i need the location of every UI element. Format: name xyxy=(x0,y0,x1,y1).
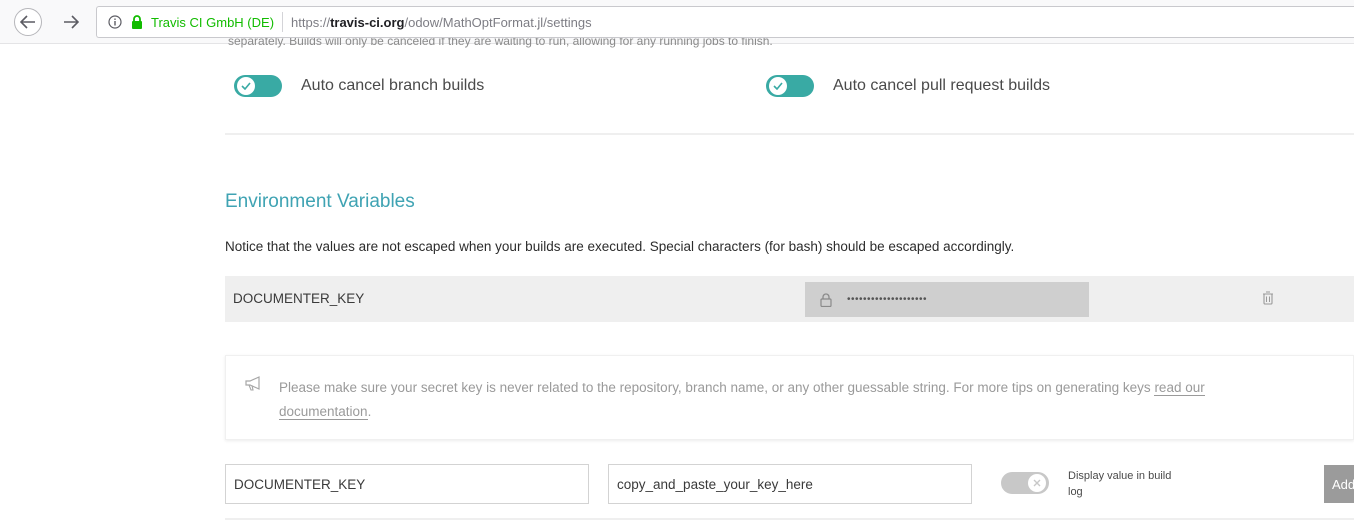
url-host: travis-ci.org xyxy=(330,14,405,30)
auto-cancel-description: separately. Builds will only be canceled… xyxy=(228,38,773,48)
check-icon xyxy=(241,82,251,90)
toggle-knob xyxy=(1028,474,1046,492)
back-button[interactable] xyxy=(14,8,42,36)
x-icon xyxy=(1033,479,1041,487)
trash-icon xyxy=(1263,291,1273,305)
auto-cancel-branch-toggle[interactable] xyxy=(234,75,282,97)
env-var-name-input[interactable] xyxy=(225,464,589,504)
address-bar[interactable]: Travis CI GmbH (DE) https://travis-ci.or… xyxy=(96,6,1354,38)
url-prefix: https:// xyxy=(291,14,331,30)
site-identity[interactable]: Travis CI GmbH (DE) xyxy=(151,15,274,30)
masked-value: •••••••••••••••••••• xyxy=(847,294,928,305)
toggle-knob xyxy=(237,77,255,95)
env-var-name: DOCUMENTER_KEY xyxy=(233,291,365,306)
megaphone-icon xyxy=(244,375,264,393)
url-text[interactable]: https://travis-ci.org/odow/MathOptFormat… xyxy=(291,15,592,30)
info-icon[interactable] xyxy=(105,12,125,32)
lock-icon xyxy=(129,13,145,31)
docs-link-part1[interactable]: read our xyxy=(1154,380,1205,396)
env-vars-title: Environment Variables xyxy=(225,191,415,212)
url-separator xyxy=(282,12,284,32)
display-value-toggle[interactable] xyxy=(1001,472,1049,494)
tip-text: Please make sure your secret key is neve… xyxy=(279,376,1339,424)
env-var-value-input[interactable] xyxy=(608,464,972,504)
auto-cancel-branch-label: Auto cancel branch builds xyxy=(301,77,485,94)
docs-link-part2[interactable]: documentation xyxy=(279,404,368,420)
auto-cancel-pr-toggle[interactable] xyxy=(766,75,814,97)
section-divider xyxy=(225,518,1354,520)
forward-button[interactable] xyxy=(58,8,84,36)
arrow-right-icon xyxy=(64,15,79,29)
url-path: /odow/MathOptFormat.jl/settings xyxy=(404,14,592,30)
section-divider xyxy=(225,133,1354,135)
check-icon xyxy=(773,82,783,90)
auto-cancel-pr-label: Auto cancel pull request builds xyxy=(833,77,1051,94)
toggle-knob xyxy=(769,77,787,95)
display-value-label: Display value in build log xyxy=(1068,470,1172,498)
delete-env-var-button[interactable] xyxy=(1261,289,1275,307)
secret-key-tip: Please make sure your secret key is neve… xyxy=(225,355,1354,440)
env-var-row: DOCUMENTER_KEY •••••••••••••••••••• xyxy=(225,276,1354,322)
arrow-left-icon xyxy=(20,15,35,29)
env-vars-notice: Notice that the values are not escaped w… xyxy=(225,239,1015,254)
tip-body: Please make sure your secret key is neve… xyxy=(279,380,1155,395)
add-env-var-button[interactable]: Add xyxy=(1324,465,1354,503)
tip-end: . xyxy=(367,404,372,419)
lock-icon xyxy=(817,291,835,309)
env-var-value: •••••••••••••••••••• xyxy=(805,282,1089,317)
